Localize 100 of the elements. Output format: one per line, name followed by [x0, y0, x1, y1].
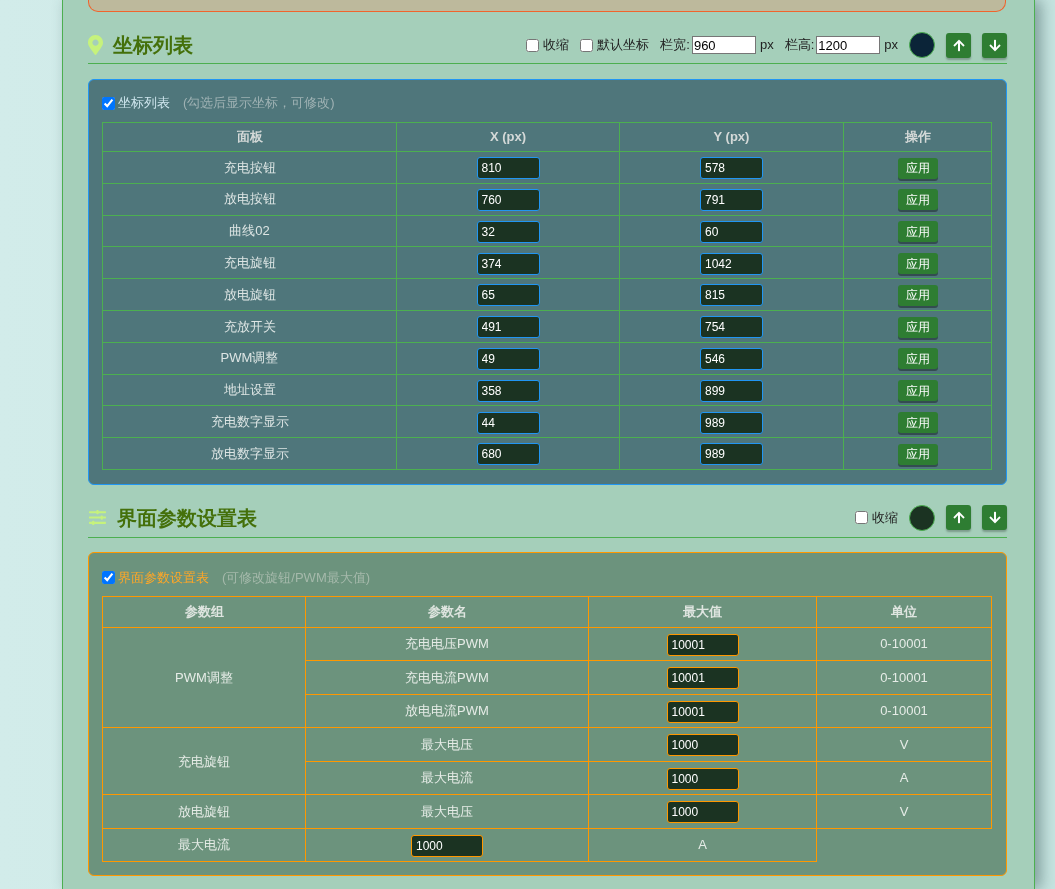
table-cell: A: [817, 761, 992, 796]
y-input[interactable]: 578: [700, 157, 763, 180]
section-title: 坐标列表: [113, 33, 193, 58]
table-header-cell: 最大值: [589, 595, 817, 628]
table-cell: V: [817, 728, 992, 762]
checkbox[interactable]: [580, 38, 594, 52]
y-input[interactable]: 1042: [700, 252, 763, 275]
move-up-button[interactable]: [946, 505, 971, 531]
sliders-icon: [88, 509, 107, 527]
text-field[interactable]: 1200: [816, 36, 881, 54]
x-input[interactable]: 374: [476, 252, 540, 275]
x-input[interactable]: 810: [476, 157, 540, 180]
hint-text: (勾选后显示坐标，可修改): [183, 94, 335, 113]
max-value-input[interactable]: 10001: [666, 667, 739, 690]
y-input[interactable]: 989: [700, 443, 763, 466]
y-input[interactable]: 60: [700, 220, 763, 243]
max-value-input[interactable]: 1000: [666, 801, 739, 824]
x-input[interactable]: 65: [476, 284, 540, 307]
arrow-down-icon: [988, 511, 1001, 525]
table-cell: 放电电流PWM: [306, 694, 589, 729]
checkbox[interactable]: [102, 96, 115, 110]
x-input[interactable]: 32: [476, 220, 540, 243]
arrow-up-icon: [952, 511, 965, 525]
x-input[interactable]: 760: [476, 188, 540, 211]
field-label: 栏宽:: [660, 36, 690, 55]
field-label: 栏高:: [784, 36, 815, 55]
max-value-input[interactable]: 1000: [411, 835, 483, 857]
table-header-cell: 操作: [844, 122, 992, 152]
color-swatch-icon[interactable]: [909, 504, 935, 531]
table-cell: 0-10001: [817, 694, 992, 729]
move-down-button[interactable]: [982, 505, 1007, 531]
x-input[interactable]: 680: [476, 443, 540, 466]
checkbox[interactable]: [102, 571, 115, 585]
table-header-cell: Y (px): [620, 122, 844, 152]
checkbox-label[interactable]: 坐标列表: [118, 93, 170, 113]
arrow-up-icon: [952, 38, 965, 52]
color-swatch-icon[interactable]: [909, 32, 935, 58]
apply-button[interactable]: 应用: [897, 348, 938, 370]
y-input[interactable]: 815: [700, 284, 763, 307]
apply-button[interactable]: 应用: [897, 412, 938, 434]
table-cell: 放电旋钮: [102, 795, 306, 829]
table-cell: PWM调整: [102, 342, 397, 375]
table-cell: V: [817, 795, 992, 829]
table-cell: 充电旋钮: [102, 247, 397, 280]
max-value-input[interactable]: 10001: [666, 634, 739, 656]
apply-button[interactable]: 应用: [897, 221, 938, 243]
apply-button[interactable]: 应用: [897, 157, 938, 179]
table-cell: 曲线02: [102, 215, 397, 248]
x-input[interactable]: 44: [476, 411, 540, 434]
checkbox-label[interactable]: 默认坐标: [597, 35, 650, 55]
text-field[interactable]: 960: [691, 36, 756, 54]
table-header-cell: 单位: [817, 595, 992, 628]
table-cell: 充电按钮: [102, 152, 397, 184]
table-header-cell: X (px): [397, 122, 620, 152]
table-header-cell: 面板: [102, 122, 397, 152]
checkbox[interactable]: [526, 38, 540, 52]
table-cell: PWM调整: [102, 627, 306, 729]
apply-button[interactable]: 应用: [897, 443, 938, 465]
checkbox-label[interactable]: 收缩: [543, 35, 570, 55]
y-input[interactable]: 754: [700, 316, 763, 339]
apply-button[interactable]: 应用: [897, 380, 938, 402]
table-cell: 充电电流PWM: [306, 661, 589, 695]
move-up-button[interactable]: [946, 32, 971, 58]
x-input[interactable]: 49: [476, 347, 540, 370]
table-cell: 充放开关: [102, 311, 397, 343]
checkbox-label[interactable]: 收缩: [872, 508, 898, 528]
table-cell: A: [589, 828, 817, 863]
table-cell: 最大电流: [102, 828, 306, 863]
table-cell: 地址设置: [102, 374, 397, 407]
table-cell: 放电按钮: [102, 183, 397, 216]
table-cell: 充电数字显示: [102, 406, 397, 439]
map-pin-icon: [88, 35, 103, 55]
move-down-button[interactable]: [982, 32, 1007, 58]
table-header-cell: 参数名: [306, 595, 589, 628]
table-cell: 0-10001: [817, 661, 992, 695]
y-input[interactable]: 546: [700, 347, 763, 370]
table-cell: 最大电流: [306, 761, 589, 796]
apply-button[interactable]: 应用: [897, 284, 938, 306]
y-input[interactable]: 899: [700, 379, 763, 402]
y-input[interactable]: 791: [700, 188, 763, 211]
table-cell: 充电旋钮: [102, 728, 306, 796]
checkbox[interactable]: [855, 511, 868, 525]
max-value-input[interactable]: 1000: [666, 768, 739, 790]
table-header-cell: 参数组: [102, 595, 306, 628]
table-cell: 最大电压: [306, 728, 589, 762]
apply-button[interactable]: 应用: [897, 316, 938, 338]
apply-button[interactable]: 应用: [897, 253, 938, 275]
max-value-input[interactable]: 10001: [666, 701, 739, 723]
table-cell: 充电电压PWM: [306, 627, 589, 662]
table-cell: 放电旋钮: [102, 279, 397, 311]
table-cell: 0-10001: [817, 627, 992, 662]
table-cell: 放电数字显示: [102, 438, 397, 470]
unit-label: px: [759, 36, 774, 55]
arrow-down-icon: [988, 38, 1001, 52]
x-input[interactable]: 358: [476, 379, 540, 402]
apply-button[interactable]: 应用: [897, 189, 938, 211]
x-input[interactable]: 491: [476, 316, 540, 339]
max-value-input[interactable]: 1000: [666, 734, 739, 757]
table-cell: 最大电压: [306, 795, 589, 829]
y-input[interactable]: 989: [700, 411, 763, 434]
